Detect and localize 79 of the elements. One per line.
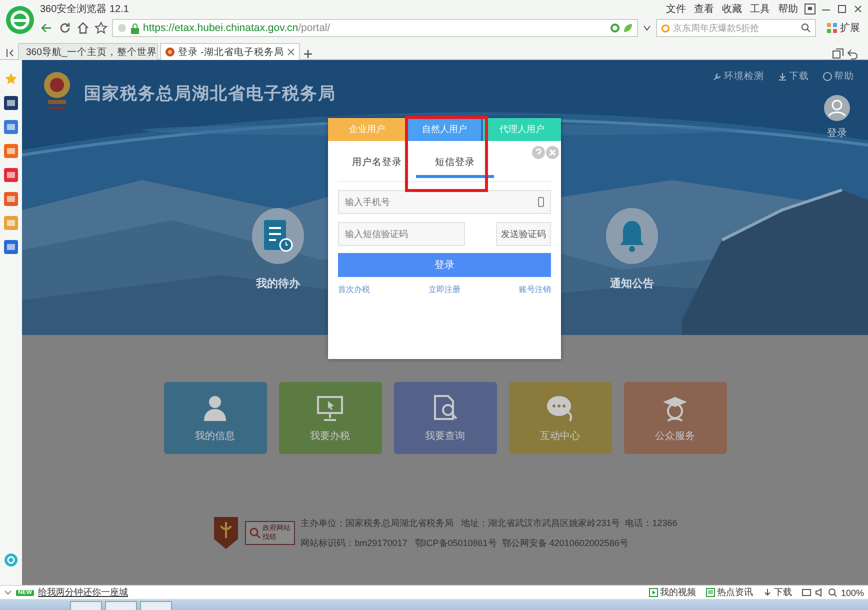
search-icon [801,23,811,33]
refresh-icon[interactable] [58,21,72,35]
speaker-icon[interactable] [814,588,824,597]
status-item[interactable]: 我的视频 [648,586,696,599]
header-link[interactable]: 下载 [778,70,809,83]
dropdown-icon[interactable] [642,23,652,33]
zoom-level[interactable]: 100% [840,588,864,598]
footer-text: 网站标识码：bm29170017 鄂ICP备05010861号 鄂公网安备 42010602002586号 [300,536,630,550]
wrench-icon [713,72,722,81]
send-code-button[interactable]: 发送验证码 [496,222,551,246]
star-icon[interactable] [94,21,108,35]
status-item[interactable]: 下载 [762,586,792,599]
service-tile[interactable]: 互动中心 [508,382,612,454]
search-icon[interactable] [828,588,837,597]
undo-icon[interactable] [846,48,858,60]
browser-logo-icon [5,5,35,35]
expand-icon[interactable] [4,588,12,596]
star-icon[interactable] [4,72,18,86]
service-tile[interactable]: 我要查询 [394,382,496,454]
app-icon[interactable] [4,120,18,134]
address-field[interactable]: https://etax.hubei.chinatax.gov.cn/portal/ [112,19,638,37]
search-field[interactable]: 京东周年庆爆款5折抢 [656,19,816,37]
leaf-icon [623,23,633,33]
back-icon[interactable] [40,21,54,35]
search-engine-icon [661,24,670,32]
service-tile[interactable]: 我的信息 [164,382,266,454]
extensions-icon [826,22,838,34]
service-tile[interactable]: 我要办税 [278,382,382,454]
code-field[interactable]: 输入短信验证码 [338,222,465,246]
browser-tab[interactable]: 登录 -湖北省电子税务局 [160,43,300,60]
login-link[interactable]: 登录 [824,95,850,140]
user-type-tab[interactable]: 自然人用户 [406,118,484,141]
modal-link[interactable]: 首次办税 [338,284,370,295]
extensions-button[interactable]: 扩展 [840,21,860,35]
checklist-icon [262,218,294,254]
news-icon [706,588,715,597]
app-icon[interactable] [4,96,18,110]
phone-icon [538,197,544,207]
status-item[interactable]: 热点资讯 [706,586,753,599]
login-button[interactable]: 登录 [338,253,551,277]
browser-tab[interactable]: 360导航_一个主页，整个世界 [18,43,158,60]
close-icon[interactable] [287,48,295,56]
site-title: 国家税务总局湖北省电子税务局 [84,83,336,105]
service-tile[interactable]: 公众服务 [624,382,726,454]
party-emblem-icon [212,516,239,550]
login-method-tab[interactable]: 用户名登录 [338,150,416,178]
sidebar-toggle-icon[interactable] [4,46,16,60]
feature-label: 我的待办 [256,276,300,291]
maximize-icon[interactable] [836,2,848,14]
app-icon[interactable] [4,240,18,254]
monitor-icon [315,393,345,423]
footer-text: 主办单位：国家税务总局湖北省税务局 地址：湖北省武汉市武昌区姚家岭231号 电话：12366 [300,516,678,530]
home-icon[interactable] [76,21,90,35]
lock-icon [130,22,140,34]
news-link[interactable]: 给我两分钟还你一座城 [38,586,128,599]
menu-item[interactable]: 工具 [750,2,770,16]
tab-list-icon[interactable] [832,48,844,60]
feature-label: 通知公告 [610,276,654,291]
download-icon [778,72,787,81]
play-icon [648,588,658,597]
header-link[interactable]: 帮助 [823,70,854,83]
magnifier-icon [248,527,261,539]
menu-item[interactable]: 帮助 [778,2,798,16]
login-method-tab[interactable]: 短信登录 [416,150,494,178]
favicon-icon [165,47,175,57]
new-tab-icon[interactable] [302,48,314,60]
menu-item[interactable]: 文件 [666,2,686,16]
window-icon[interactable] [802,588,811,597]
menu-item[interactable]: 收藏 [722,2,742,16]
window-title: 360安全浏览器 12.1 [40,2,129,16]
chat-icon [545,393,575,423]
avatar-icon [824,95,850,121]
header-link[interactable]: 环境检测 [713,70,764,83]
menu-item[interactable]: 查看 [694,2,714,16]
download-icon [762,588,772,597]
close-icon[interactable] [852,2,864,14]
modal-link[interactable]: 账号注销 [519,284,551,295]
phone-field[interactable]: 输入手机号 [338,190,551,214]
modal-link[interactable]: 立即注册 [428,284,460,295]
